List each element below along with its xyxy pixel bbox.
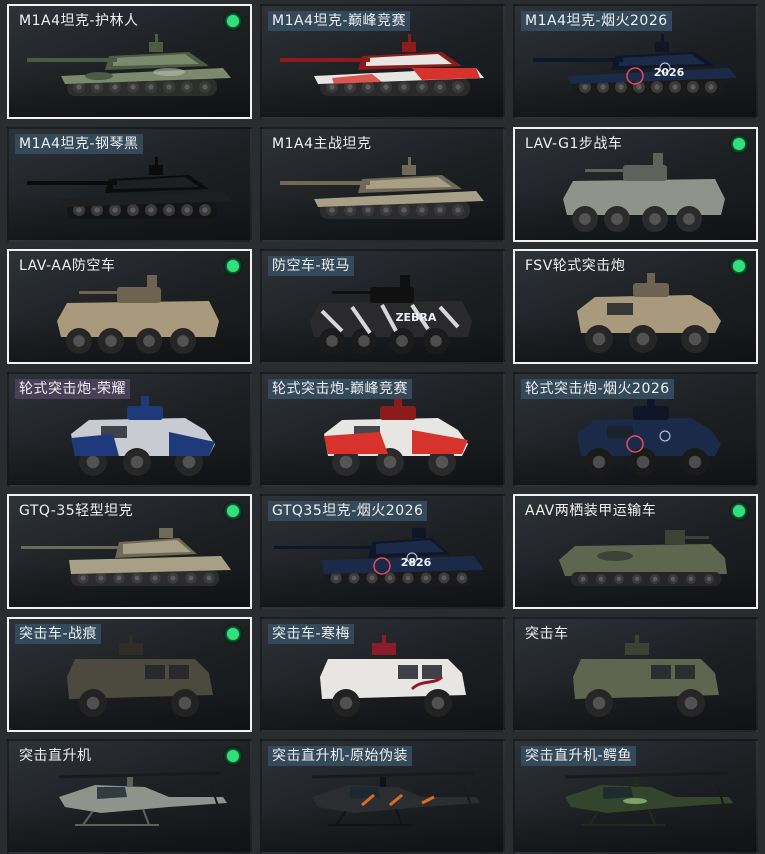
owned-indicator-icon [223,11,243,31]
vehicle-card[interactable]: AAV两栖装甲运输车 [513,494,758,609]
vehicle-card[interactable]: 2826 GTQ35坦克-烟火2026 [260,494,505,609]
vehicle-name: 突击车-寒梅 [268,623,355,644]
vehicle-name: M1A4坦克-钢琴黑 [15,133,143,154]
vehicle-card[interactable]: 突击车 [513,616,758,732]
vehicle-card[interactable]: 轮式突击炮-巅峰竞赛 [260,371,505,487]
vehicle-card[interactable]: ZEBRA 防空车-斑马 [260,249,505,364]
owned-indicator-icon [729,133,749,154]
vehicle-name: FSV轮式突击炮 [525,258,626,274]
vehicle-card[interactable]: 突击直升机-鳄鱼 [513,739,758,854]
vehicle-name: 轮式突击炮-巅峰竞赛 [268,378,413,399]
vehicle-name: 轮式突击炮-荣耀 [15,378,131,399]
vehicle-card[interactable]: LAV-AA防空车 [7,249,252,364]
vehicle-card[interactable]: M1A4坦克-钢琴黑 [7,126,252,242]
vehicle-card[interactable]: FSV轮式突击炮 [513,249,758,364]
vehicle-name: M1A4主战坦克 [272,135,372,152]
owned-indicator-icon [729,501,749,521]
vehicle-decal: ZEBRA [396,311,437,324]
vehicle-name: 突击直升机 [19,748,92,764]
vehicle-name: LAV-AA防空车 [19,258,116,274]
vehicle-name: 轮式突击炮-烟火2026 [521,378,674,399]
vehicle-name: 突击车 [525,625,569,642]
vehicle-name: 防空车-斑马 [268,256,355,276]
vehicle-name: 突击直升机-原始伪装 [268,746,413,766]
vehicle-name: M1A4坦克-烟火2026 [521,11,672,31]
vehicle-name: GTQ-35轻型坦克 [19,503,134,519]
vehicle-name: M1A4坦克-巅峰竞赛 [268,11,411,31]
vehicle-card[interactable]: M1A4主战坦克 [260,126,505,242]
vehicle-card[interactable]: 突击车-战痕 [7,616,252,732]
vehicle-name: M1A4坦克-护林人 [19,13,139,29]
vehicle-card[interactable]: 突击车-寒梅 [260,616,505,732]
vehicle-name: 突击直升机-鳄鱼 [521,746,637,766]
owned-indicator-icon [729,256,749,276]
vehicle-name: LAV-G1步战车 [525,135,623,152]
vehicle-card[interactable]: M1A4坦克-护林人 [7,4,252,119]
owned-indicator-icon [223,623,243,644]
vehicle-decal: 2826 [401,556,432,569]
vehicle-card[interactable]: 轮式突击炮-荣耀 [7,371,252,487]
owned-indicator-icon [223,746,243,766]
vehicle-card[interactable]: GTQ-35轻型坦克 [7,494,252,609]
vehicle-name: AAV两栖装甲运输车 [525,503,657,519]
vehicle-decal: 2026 [654,66,685,79]
owned-indicator-icon [223,501,243,521]
vehicle-card[interactable]: 2026 M1A4坦克-烟火2026 [513,4,758,119]
vehicle-grid: M1A4坦克-护林人 M1A4坦克-巅峰竞赛 2026 M1A4坦克-烟火2026 M1… [0,0,765,854]
vehicle-card[interactable]: 突击直升机-原始伪装 [260,739,505,854]
vehicle-name: GTQ35坦克-烟火2026 [268,501,428,521]
vehicle-card[interactable]: 轮式突击炮-烟火2026 [513,371,758,487]
vehicle-card[interactable]: 突击直升机 [7,739,252,854]
vehicle-name: 突击车-战痕 [15,623,102,644]
vehicle-card[interactable]: M1A4坦克-巅峰竞赛 [260,4,505,119]
owned-indicator-icon [223,256,243,276]
vehicle-card[interactable]: LAV-G1步战车 [513,126,758,242]
